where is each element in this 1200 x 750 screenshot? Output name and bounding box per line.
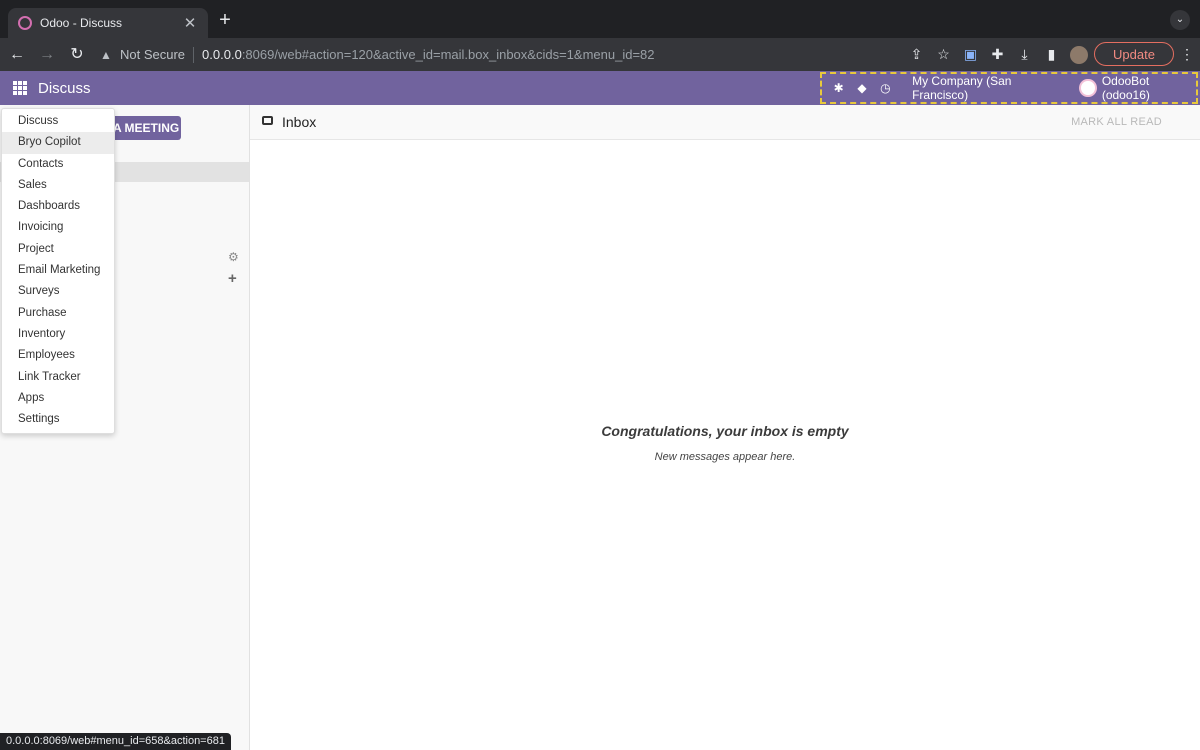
back-arrow-icon[interactable]: ← xyxy=(4,42,30,68)
url-path: :8069/web#action=120&active_id=mail.box_… xyxy=(241,47,655,62)
activity-clock-icon[interactable]: ◷ xyxy=(879,81,892,95)
divider xyxy=(193,46,195,63)
messaging-chat-icon[interactable]: ◆ xyxy=(855,81,868,95)
apps-dropdown-menu: Discuss Bryo Copilot Contacts Sales Dashboar… xyxy=(1,108,115,434)
new-tab-button[interactable]: + xyxy=(214,10,236,32)
odoo-favicon-icon xyxy=(18,16,32,30)
tab-search-chevron-icon[interactable]: ⌄ xyxy=(1170,10,1190,30)
app-menu-item-project[interactable]: Project xyxy=(2,239,114,260)
mark-all-read-button[interactable]: MARK ALL READ xyxy=(1071,116,1162,128)
more-menu-icon[interactable]: ⋮ xyxy=(1180,44,1194,64)
forward-arrow-icon[interactable]: → xyxy=(34,42,60,68)
bookmark-star-icon[interactable]: ☆ xyxy=(935,46,952,63)
app-menu-item-bryo-copilot[interactable]: Bryo Copilot xyxy=(2,132,114,154)
user-menu[interactable]: OdooBot (odoo16) xyxy=(1102,74,1196,102)
reload-icon[interactable]: ↻ xyxy=(64,42,90,68)
app-menu-item-purchase[interactable]: Purchase xyxy=(2,303,114,324)
app-menu-item-apps[interactable]: Apps xyxy=(2,388,114,409)
app-menu-item-link-tracker[interactable]: Link Tracker xyxy=(2,367,114,388)
app-menu-item-settings[interactable]: Settings xyxy=(2,409,114,430)
security-label: Not Secure xyxy=(120,47,186,62)
tab-title: Odoo - Discuss xyxy=(40,16,123,30)
browser-tab-bar: Odoo - Discuss ✕ + ⌄ xyxy=(0,0,1200,38)
app-menu-item-sales[interactable]: Sales xyxy=(2,175,114,196)
company-switcher[interactable]: My Company (San Francisco) xyxy=(912,74,1063,102)
systray: ✱ ◆ ◷ My Company (San Francisco) OdooBot… xyxy=(820,72,1198,104)
extensions-icon[interactable]: ✚ xyxy=(989,46,1006,63)
app-menu-item-employees[interactable]: Employees xyxy=(2,345,114,366)
odoo-navbar: Discuss ✱ ◆ ◷ My Company (San Francisco)… xyxy=(0,71,1200,105)
update-button[interactable]: Update xyxy=(1094,42,1174,66)
apps-grid-icon[interactable] xyxy=(13,81,27,95)
url-host: 0.0.0.0 xyxy=(202,47,242,62)
share-icon[interactable]: ⇪ xyxy=(908,46,925,63)
profile-avatar[interactable] xyxy=(1070,45,1088,64)
toolbar-icons: ⇪ ☆ ▣ ✚ ⤓ ▮ xyxy=(908,38,1088,71)
debug-bug-icon[interactable]: ✱ xyxy=(832,81,845,95)
app-menu-item-discuss[interactable]: Discuss xyxy=(2,111,114,132)
app-menu-item-surveys[interactable]: Surveys xyxy=(2,281,114,302)
app-title[interactable]: Discuss xyxy=(38,80,91,97)
app-menu-item-contacts[interactable]: Contacts xyxy=(2,154,114,175)
empty-inbox-title: Congratulations, your inbox is empty xyxy=(601,423,849,439)
app-menu-item-invoicing[interactable]: Invoicing xyxy=(2,217,114,238)
link-status-bar: 0.0.0.0:8069/web#menu_id=658&action=681 xyxy=(0,733,231,750)
start-meeting-button[interactable]: A MEETING xyxy=(105,116,181,140)
browser-toolbar: ← → ↻ ▲ Not Secure 0.0.0.0 :8069/web#act… xyxy=(0,38,1200,71)
app-menu-item-dashboards[interactable]: Dashboards xyxy=(2,196,114,217)
address-bar[interactable]: ▲ Not Secure 0.0.0.0 :8069/web#action=12… xyxy=(92,42,832,67)
page-title: Inbox xyxy=(282,114,317,130)
side-panel-icon[interactable]: ▮ xyxy=(1043,46,1060,63)
browser-tab[interactable]: Odoo - Discuss ✕ xyxy=(8,8,208,38)
user-avatar[interactable] xyxy=(1079,79,1097,97)
translate-icon[interactable]: ▣ xyxy=(962,46,979,63)
close-tab-icon[interactable]: ✕ xyxy=(182,14,198,32)
app-menu-item-email-marketing[interactable]: Email Marketing xyxy=(2,260,114,281)
add-channel-icon[interactable]: + xyxy=(228,271,240,286)
thread-header: Inbox MARK ALL READ xyxy=(250,105,1200,140)
warning-icon: ▲ xyxy=(100,47,112,62)
download-icon[interactable]: ⤓ xyxy=(1016,46,1033,63)
empty-inbox-subtitle: New messages appear here. xyxy=(654,451,796,463)
app-menu-item-inventory[interactable]: Inventory xyxy=(2,324,114,345)
inbox-icon xyxy=(262,116,273,125)
gear-icon[interactable]: ⚙ xyxy=(228,251,240,263)
